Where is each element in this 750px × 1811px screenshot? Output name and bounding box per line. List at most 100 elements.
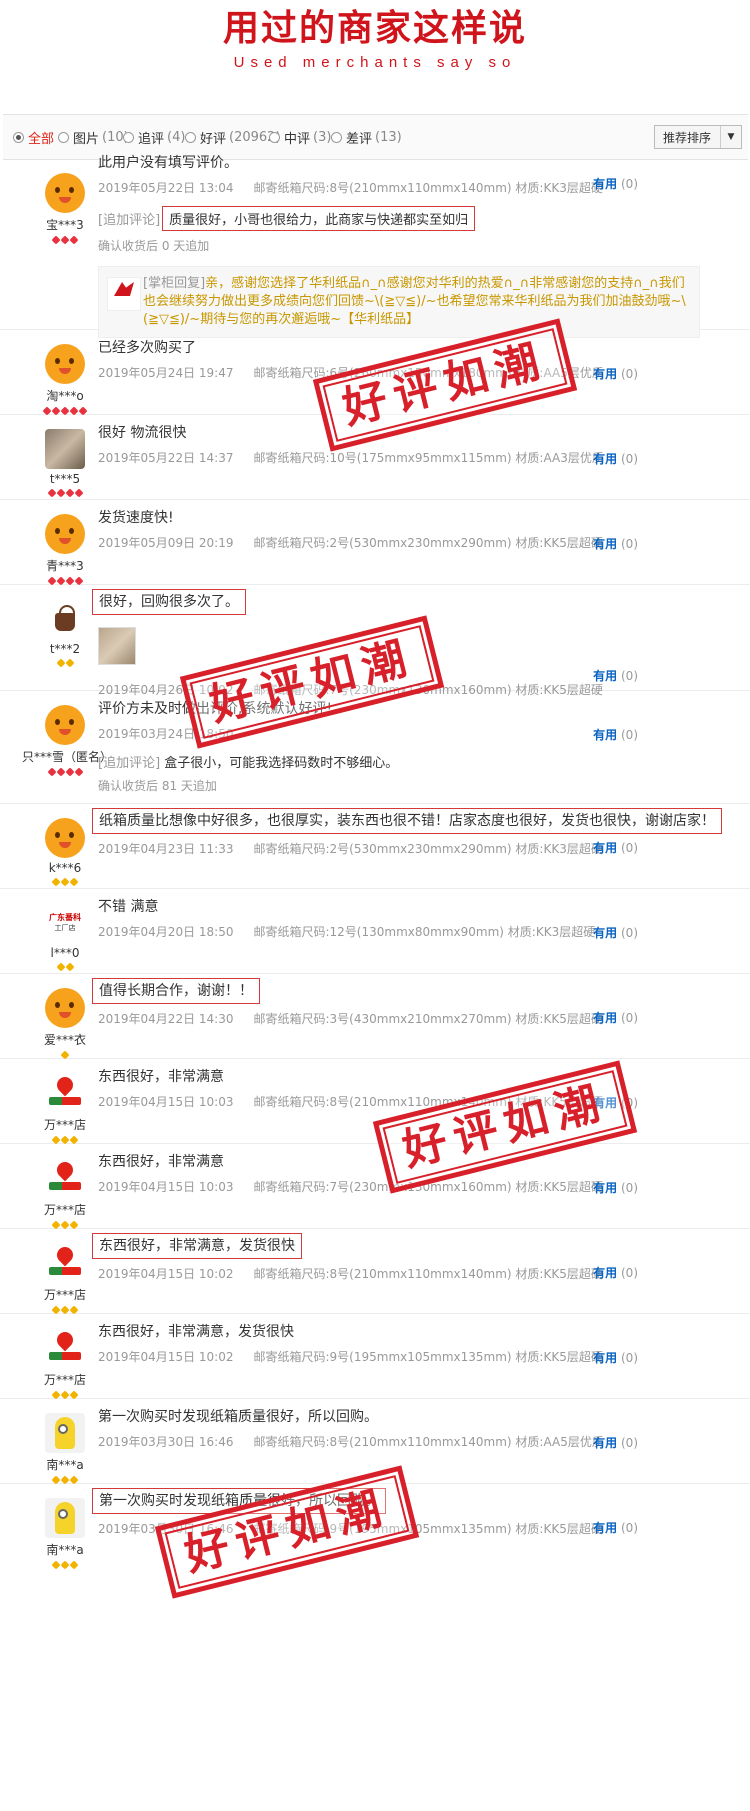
filter-positive[interactable]: 好评 (20962)	[185, 128, 281, 147]
review-item: 广东番科 工厂店 l***0 不错 满意 2019年04月20日 18:50 邮寄纸…	[0, 889, 750, 974]
useful-button[interactable]: 有用 (0)	[593, 1434, 638, 1451]
useful-button[interactable]: 有用 (0)	[593, 1264, 638, 1281]
review-user: 万***店	[22, 1073, 108, 1145]
avatar[interactable]	[45, 1243, 85, 1283]
review-user: 广东番科 工厂店 l***0	[22, 903, 108, 972]
sort-dropdown[interactable]: 推荐排序 ▼	[654, 125, 742, 149]
review-text: 已经多次购买了	[98, 340, 196, 356]
review-text: 发货速度快!	[98, 510, 174, 526]
review-user: 宝***3	[22, 173, 108, 245]
username: 宝***3	[46, 218, 84, 232]
radio-icon	[13, 132, 24, 143]
avatar[interactable]	[45, 818, 85, 858]
avatar[interactable]	[45, 1158, 85, 1198]
seller-reply: [掌柜回复]亲，感谢您选择了华利纸品∩_∩感谢您对华利的热爱∩_∩非常感谢您的支…	[98, 266, 700, 338]
review-user: 南***a	[22, 1413, 108, 1485]
avatar[interactable]	[45, 1073, 85, 1113]
avatar[interactable]	[45, 988, 85, 1028]
username: 爱***衣	[43, 1033, 86, 1047]
review-item: 万***店 东西很好，非常满意，发货很快 2019年04月15日 10:02 邮寄…	[0, 1314, 750, 1400]
credit-badge-icon	[22, 488, 108, 498]
username: 淘***o	[46, 389, 84, 403]
useful-button[interactable]: 有用 (0)	[593, 1009, 638, 1026]
radio-icon	[331, 132, 342, 143]
credit-badge-icon	[22, 767, 108, 777]
useful-button[interactable]: 有用 (0)	[593, 1179, 638, 1196]
username: t***2	[49, 642, 81, 656]
radio-icon	[269, 132, 280, 143]
review-text: 纸箱质量比想像中好很多，也很厚实，装东西也很不错！店家态度也很好，发货也很快，谢…	[92, 808, 722, 834]
useful-button[interactable]: 有用 (0)	[593, 839, 638, 856]
useful-button[interactable]: 有用 (0)	[593, 1519, 638, 1536]
review-text: 很好，回购很多次了。	[92, 589, 698, 615]
avatar[interactable]	[45, 599, 85, 639]
review-item: 万***店 东西很好，非常满意，发货很快 2019年04月15日 10:02 邮寄…	[0, 1229, 750, 1315]
review-item: 宝***3 此用户没有填写评价。 2019年05月22日 13:04 邮寄纸箱尺码…	[0, 155, 750, 338]
filter-all[interactable]: 全部	[13, 128, 54, 147]
filter-images[interactable]: 图片 (10)	[58, 128, 129, 147]
useful-button[interactable]: 有用 (0)	[593, 924, 638, 941]
followup-note: 确认收货后 81 天追加	[98, 779, 217, 793]
review-text: 东西很好，非常满意，发货很快	[92, 1233, 698, 1259]
review-item: 爱***衣 值得长期合作，谢谢！！ 2019年04月22日 14:30 邮寄纸箱尺…	[0, 974, 750, 1060]
followup-note: 确认收货后 0 天追加	[98, 239, 210, 253]
useful-button[interactable]: 有用 (0)	[593, 175, 638, 192]
review-text: 东西很好，非常满意，发货很快	[98, 1324, 294, 1340]
username: 万***店	[43, 1373, 86, 1387]
followup-comment: [追加评论] 盒子很小，可能我选择码数时不够细心。	[98, 756, 399, 771]
review-user: 万***店	[22, 1158, 108, 1230]
review-text: 此用户没有填写评价。	[98, 155, 238, 171]
username: 万***店	[43, 1203, 86, 1217]
username: 只***雪（匿名）	[22, 750, 113, 764]
avatar[interactable]	[45, 514, 85, 554]
review-image[interactable]	[98, 627, 136, 665]
radio-icon	[123, 132, 134, 143]
credit-badge-icon	[22, 658, 108, 668]
followup-comment: [追加评论] 质量很好，小哥也很给力，此商家与快递都实至如归	[98, 206, 698, 231]
chevron-down-icon: ▼	[720, 126, 741, 148]
username: l***0	[50, 946, 80, 960]
useful-button[interactable]: 有用 (0)	[593, 450, 638, 467]
review-text: 不错 满意	[98, 899, 159, 915]
review-text: 第一次购买时发现纸箱质量很好，所以回购。	[98, 1409, 378, 1425]
avatar[interactable]	[45, 344, 85, 384]
useful-button[interactable]: 有用 (0)	[593, 365, 638, 382]
filter-negative[interactable]: 差评 (13)	[331, 128, 402, 147]
review-item: k***6 纸箱质量比想像中好很多，也很厚实，装东西也很不错！店家态度也很好，发…	[0, 804, 750, 889]
credit-badge-icon	[22, 877, 108, 887]
useful-button[interactable]: 有用 (0)	[593, 726, 638, 743]
review-item: 万***店 东西很好，非常满意 2019年04月15日 10:03 邮寄纸箱尺码:…	[0, 1144, 750, 1230]
radio-icon	[58, 132, 69, 143]
useful-button[interactable]: 有用 (0)	[593, 667, 638, 684]
avatar[interactable]	[45, 705, 85, 745]
shop-logo-icon	[107, 277, 141, 311]
username: 南***a	[46, 1458, 84, 1472]
radio-icon	[185, 132, 196, 143]
credit-badge-icon	[22, 962, 108, 972]
avatar[interactable]	[45, 1498, 85, 1538]
review-user: 青***3	[22, 514, 108, 586]
useful-button[interactable]: 有用 (0)	[593, 535, 638, 552]
avatar[interactable]	[45, 429, 85, 469]
avatar[interactable]	[45, 1413, 85, 1453]
filter-neutral[interactable]: 中评 (3)	[269, 128, 331, 147]
avatar[interactable]: 广东番科 工厂店	[45, 903, 85, 943]
username: k***6	[48, 861, 82, 875]
review-item: 青***3 发货速度快! 2019年05月09日 20:19 邮寄纸箱尺码:2号(…	[0, 500, 750, 586]
username: 万***店	[43, 1118, 86, 1132]
page-title: 用过的商家这样说	[222, 8, 527, 49]
useful-button[interactable]: 有用 (0)	[593, 1349, 638, 1366]
review-item: 只***雪（匿名） 评价方未及时做出评价,系统默认好评! 2019年03月24日…	[0, 691, 750, 804]
filter-followup[interactable]: 追评 (4)	[123, 128, 185, 147]
credit-badge-icon	[22, 1560, 108, 1570]
avatar[interactable]	[45, 173, 85, 213]
review-user: 淘***o	[22, 344, 108, 416]
username: 万***店	[43, 1288, 86, 1302]
review-user: t***5	[22, 429, 108, 498]
avatar[interactable]	[45, 1328, 85, 1368]
review-user: 万***店	[22, 1328, 108, 1400]
page-header: 用过的商家这样说 Used merchants say so	[0, 0, 750, 114]
review-text: 值得长期合作，谢谢！！	[92, 978, 698, 1004]
sort-label: 推荐排序	[663, 131, 712, 145]
review-user: 只***雪（匿名）	[22, 705, 113, 777]
